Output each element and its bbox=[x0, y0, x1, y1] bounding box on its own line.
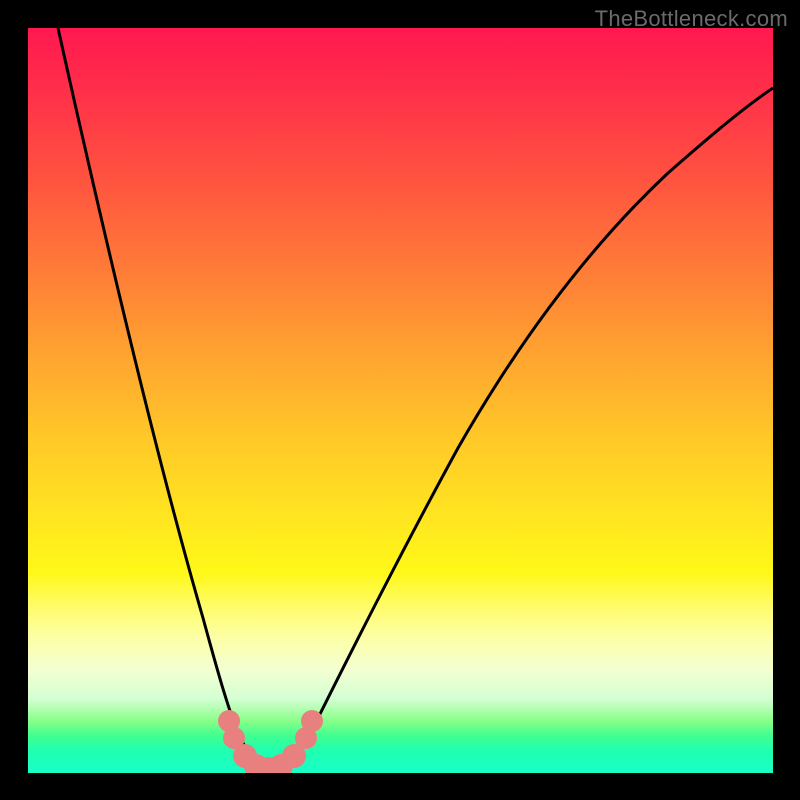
chart-svg bbox=[28, 28, 773, 773]
chart-plot-area bbox=[28, 28, 773, 773]
marker-group bbox=[218, 710, 323, 773]
bottleneck-curve-line bbox=[58, 28, 773, 770]
watermark-label: TheBottleneck.com bbox=[595, 6, 788, 32]
